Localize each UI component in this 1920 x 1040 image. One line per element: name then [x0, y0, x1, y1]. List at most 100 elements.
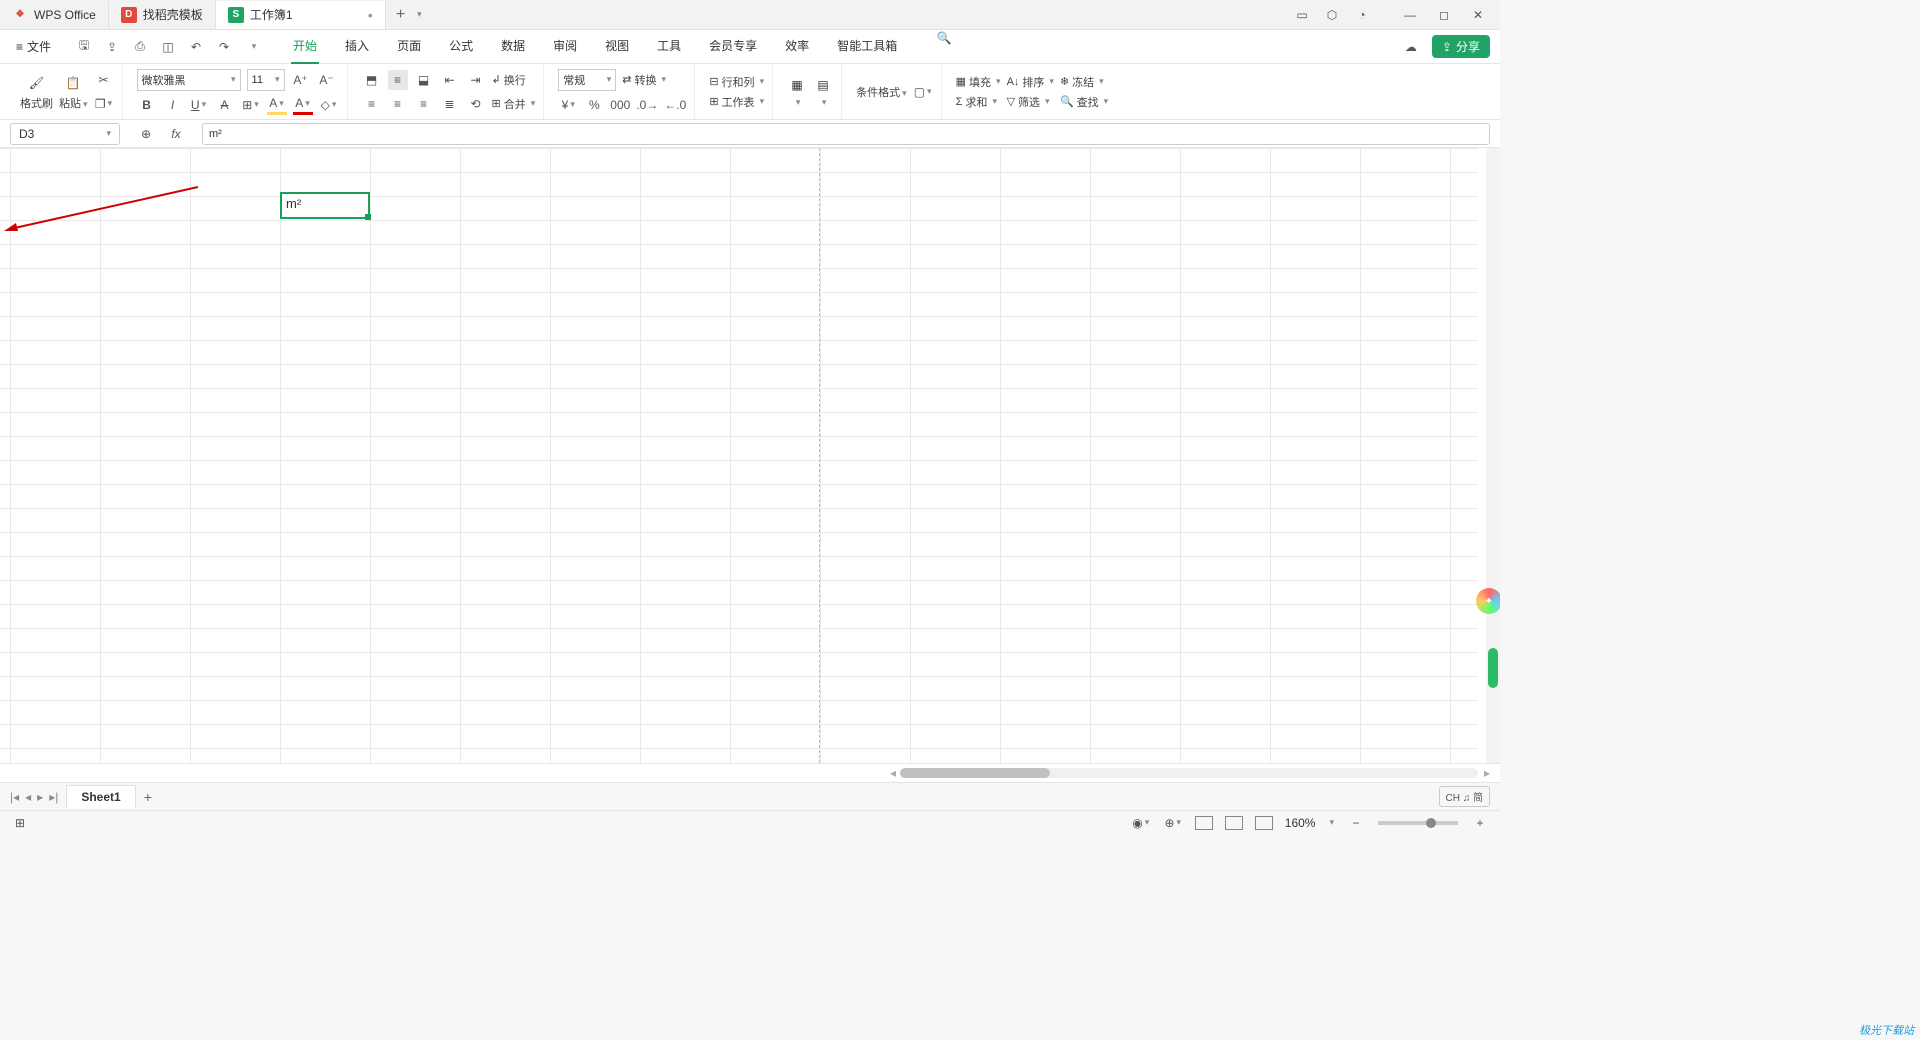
fx-icon[interactable]: fx [166, 124, 186, 144]
align-left-icon[interactable]: ≡ [362, 94, 382, 114]
close-button[interactable]: ✕ [1470, 7, 1486, 23]
zoom-in-icon[interactable]: + [1470, 813, 1490, 833]
zoom-slider[interactable] [1378, 821, 1458, 825]
horizontal-scrollbar[interactable] [900, 768, 1478, 778]
prev-sheet-icon[interactable]: ◂ [25, 790, 31, 804]
decrease-font-icon[interactable]: A⁻ [317, 70, 337, 90]
share-button[interactable]: ⇪ 分享 [1432, 35, 1490, 58]
align-justify-icon[interactable]: ≣ [440, 94, 460, 114]
rows-cols-button[interactable]: ⊟行和列▾ [709, 74, 764, 90]
qat-overflow-icon[interactable]: ▾ [245, 38, 263, 56]
zoom-thumb[interactable] [1426, 818, 1436, 828]
normal-view-icon[interactable] [1195, 816, 1213, 830]
fill-handle[interactable] [365, 214, 371, 220]
file-menu[interactable]: ≡ 文件 [10, 34, 57, 59]
comma-icon[interactable]: 000 [610, 95, 630, 115]
save-icon[interactable]: 🖫 [75, 38, 93, 56]
strikethrough-icon[interactable]: A [215, 95, 235, 115]
print-icon[interactable]: ⎙ [131, 38, 149, 56]
align-middle-icon[interactable]: ≡ [388, 70, 408, 90]
tab-data[interactable]: 数据 [499, 29, 527, 64]
wrap-text-button[interactable]: ↲换行 [492, 72, 526, 88]
tab-daoqiao-templates[interactable]: D 找稻壳模板 [109, 1, 216, 29]
decrease-decimal-icon[interactable]: ←.0 [664, 95, 686, 115]
search-icon[interactable]: 🔍 [935, 29, 953, 47]
tab-workbook1[interactable]: S 工作簿1 • [216, 1, 386, 29]
tab-home[interactable]: 开始 [291, 29, 319, 64]
active-cell[interactable]: m² [280, 192, 370, 219]
convert-button[interactable]: ⇄转换▾ [622, 72, 666, 88]
last-sheet-icon[interactable]: ▸| [49, 790, 58, 804]
table-format-button[interactable]: ▤ ▾ [813, 75, 833, 108]
freeze-button[interactable]: ❄冻结▾ [1060, 74, 1108, 90]
panel-icon[interactable]: ▭ [1294, 7, 1310, 23]
tab-overflow-icon[interactable]: ▾ [417, 9, 422, 20]
cell-styles-button[interactable]: ▦ ▾ [787, 75, 807, 108]
clear-format-icon[interactable]: ◇▾ [319, 95, 339, 115]
font-size-select[interactable]: 11▾ [247, 69, 285, 91]
filter-button[interactable]: ▽筛选▾ [1007, 94, 1054, 110]
hscroll-thumb[interactable] [900, 768, 1050, 778]
tab-wps-office[interactable]: ❖ WPS Office [0, 1, 109, 29]
table-icon[interactable]: ▢▾ [913, 82, 933, 102]
cube-icon[interactable]: ⬡ [1324, 7, 1340, 23]
sheet-tab-sheet1[interactable]: Sheet1 [66, 785, 135, 808]
border-icon[interactable]: ⊞▾ [241, 95, 261, 115]
align-bottom-icon[interactable]: ⬓ [414, 70, 434, 90]
increase-decimal-icon[interactable]: .0→ [636, 95, 658, 115]
currency-icon[interactable]: ¥▾ [558, 95, 578, 115]
tab-member[interactable]: 会员专享 [707, 29, 759, 64]
bold-icon[interactable]: B [137, 95, 157, 115]
format-painter-button[interactable]: 🖌 格式刷 [20, 73, 53, 111]
increase-indent-icon[interactable]: ⇥ [466, 70, 486, 90]
worksheet-button[interactable]: ⊞工作表▾ [709, 94, 764, 110]
underline-icon[interactable]: U▾ [189, 95, 209, 115]
export-icon[interactable]: ⇪ [103, 38, 121, 56]
ime-indicator[interactable]: CH ♫ 简 [1439, 786, 1491, 807]
conditional-format-button[interactable]: 条件格式▾ [856, 84, 907, 100]
sum-button[interactable]: Σ求和▾ [956, 94, 1001, 110]
formula-input[interactable]: m² [202, 123, 1490, 145]
maximize-button[interactable]: ◻ [1436, 7, 1452, 23]
vertical-scrollbar[interactable] [1486, 148, 1500, 763]
new-tab-button[interactable]: + [386, 6, 415, 24]
decrease-indent-icon[interactable]: ⇤ [440, 70, 460, 90]
tab-efficiency[interactable]: 效率 [783, 29, 811, 64]
zoom-level[interactable]: 160% [1285, 816, 1316, 830]
hscroll-left-icon[interactable]: ◂ [890, 766, 896, 780]
spreadsheet-grid[interactable]: m² ✦ [0, 148, 1500, 764]
orientation-icon[interactable]: ⟲ [466, 94, 486, 114]
print-preview-icon[interactable]: ◫ [159, 38, 177, 56]
zoom-out-icon[interactable]: − [1346, 813, 1366, 833]
namebox-dropdown-icon[interactable]: ▾ [106, 128, 111, 139]
increase-font-icon[interactable]: A⁺ [291, 70, 311, 90]
sort-button[interactable]: A↓排序▾ [1007, 74, 1054, 90]
ai-assistant-button[interactable]: ✦ [1476, 588, 1500, 614]
fill-button[interactable]: ▦填充▾ [956, 74, 1001, 90]
font-family-select[interactable]: 微软雅黑▾ [137, 69, 241, 91]
next-sheet-icon[interactable]: ▸ [37, 790, 43, 804]
redo-icon[interactable]: ↷ [215, 38, 233, 56]
tab-page[interactable]: 页面 [395, 29, 423, 64]
italic-icon[interactable]: I [163, 95, 183, 115]
tab-smart-toolbox[interactable]: 智能工具箱 [835, 29, 899, 64]
add-sheet-button[interactable]: + [144, 789, 152, 805]
align-right-icon[interactable]: ≡ [414, 94, 434, 114]
vscroll-thumb[interactable] [1488, 648, 1498, 688]
tab-tools[interactable]: 工具 [655, 29, 683, 64]
copy-icon[interactable]: ❐▾ [94, 94, 114, 114]
align-top-icon[interactable]: ⬒ [362, 70, 382, 90]
find-button[interactable]: 🔍查找▾ [1060, 94, 1108, 110]
cut-icon[interactable]: ✂ [94, 70, 114, 90]
tab-formula[interactable]: 公式 [447, 29, 475, 64]
tab-view[interactable]: 视图 [603, 29, 631, 64]
tab-review[interactable]: 审阅 [551, 29, 579, 64]
cloud-icon[interactable]: ☁ [1402, 38, 1420, 56]
minimize-button[interactable]: — [1402, 7, 1418, 23]
hscroll-right-icon[interactable]: ▸ [1484, 766, 1490, 780]
page-layout-view-icon[interactable] [1225, 816, 1243, 830]
font-color-icon[interactable]: A▾ [293, 95, 313, 115]
target-icon[interactable]: ⊕▾ [1163, 813, 1183, 833]
expand-fx-icon[interactable]: ⊕ [136, 124, 156, 144]
customize-status-icon[interactable]: ⊞ [10, 813, 30, 833]
